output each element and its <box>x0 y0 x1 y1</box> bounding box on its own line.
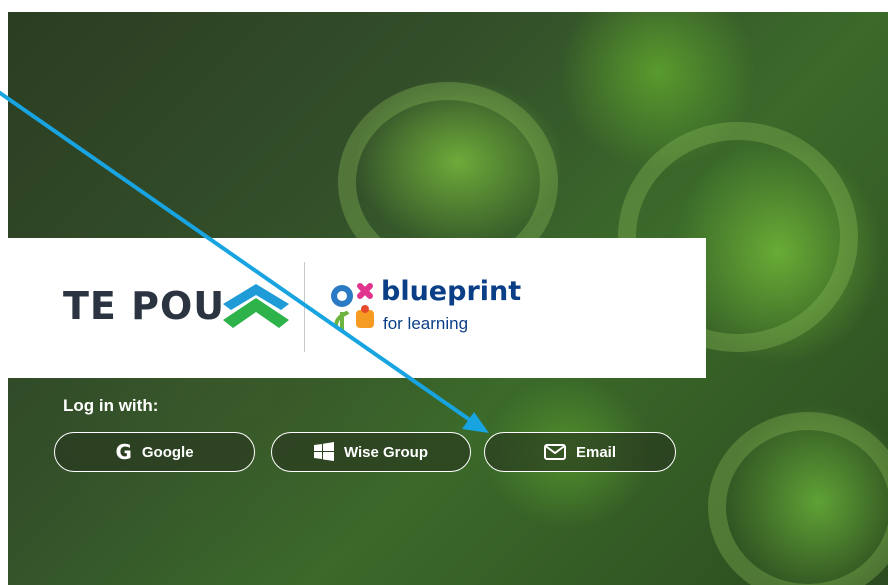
blueprint-logo-icon <box>331 283 374 330</box>
wise-group-login-button[interactable]: Wise Group <box>271 432 471 472</box>
google-login-label: Google <box>141 443 194 461</box>
te-pou-chevron-icon <box>223 284 289 328</box>
login-screen: TE POU blueprint for learning Log in wit… <box>8 12 888 585</box>
banner-divider <box>304 262 305 352</box>
email-login-label: Email <box>575 443 617 461</box>
windows-icon <box>313 442 334 461</box>
login-with-label: Log in with: <box>63 396 159 415</box>
email-login-button[interactable]: Email <box>484 432 676 472</box>
blueprint-tagline: for learning <box>383 314 469 333</box>
blueprint-wordmark: blueprint <box>381 276 522 307</box>
fern-spiral-decoration <box>708 412 888 585</box>
google-g-icon: G <box>115 440 132 464</box>
te-pou-wordmark: TE POU <box>63 284 226 328</box>
google-login-button[interactable]: G Google <box>54 432 255 472</box>
envelope-icon <box>543 444 566 460</box>
wise-group-login-label: Wise Group <box>343 443 429 461</box>
brand-banner: TE POU blueprint for learning <box>8 238 706 378</box>
